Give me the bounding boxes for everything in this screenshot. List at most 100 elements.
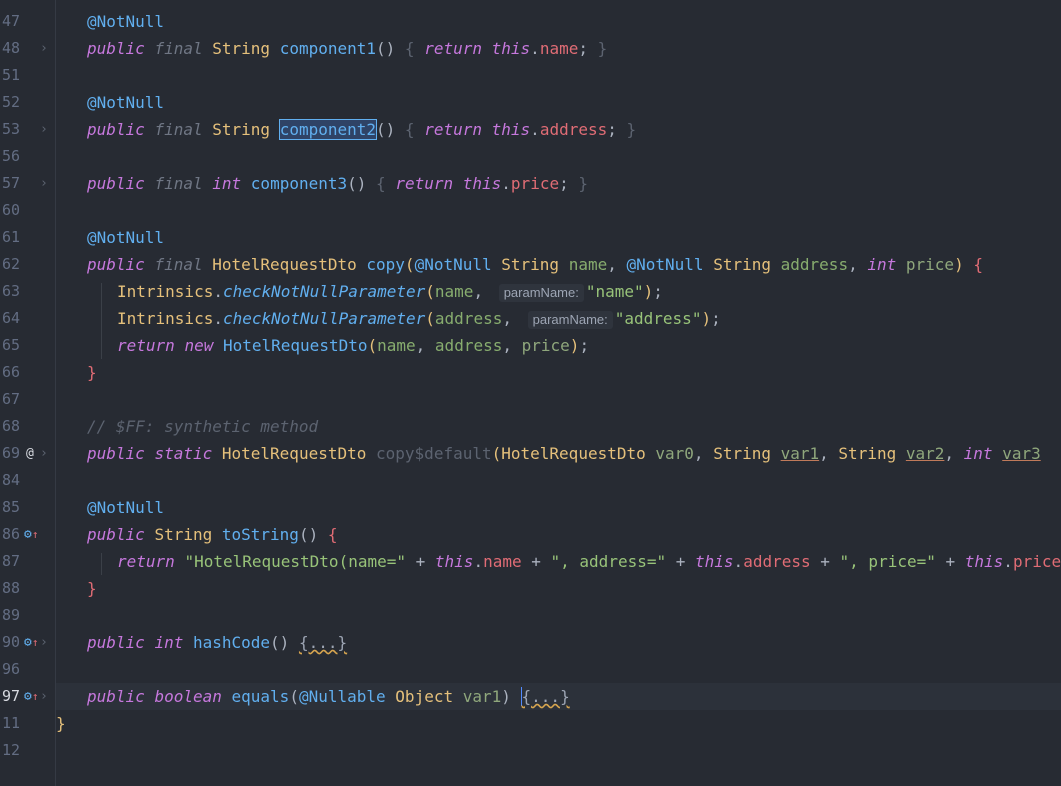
code-text[interactable]: public final int component3() { return t… (56, 170, 1061, 197)
code-line[interactable]: 51 (0, 62, 1061, 89)
code-line[interactable]: 48 › public final String component1() { re… (0, 35, 1061, 62)
code-line[interactable]: 66} (0, 359, 1061, 386)
code-text[interactable] (56, 197, 1061, 224)
line-number[interactable]: 97 (0, 683, 20, 710)
unused-parameter[interactable]: var1 (781, 444, 820, 463)
code-line[interactable]: 90 ⚙↑ › public int hashCode() {...} (0, 629, 1061, 656)
line-number[interactable]: 12 (0, 737, 20, 764)
line-number[interactable]: 87 (0, 548, 20, 575)
line-number[interactable]: 56 (0, 143, 20, 170)
unused-parameter[interactable]: var3 (1002, 444, 1041, 463)
code-line[interactable]: 69 @ › public static HotelRequestDto copy$d… (0, 440, 1061, 467)
code-line[interactable]: 12 (0, 737, 1061, 764)
line-number[interactable]: 67 (0, 386, 20, 413)
code-text[interactable]: } (56, 575, 1061, 602)
code-text[interactable]: public String toString() { (56, 521, 1061, 548)
line-number[interactable]: 66 (0, 359, 20, 386)
code-line[interactable]: 62 public final HotelRequestDto copy(@Not… (0, 251, 1061, 278)
override-method-icon[interactable]: ⚙↑ (24, 521, 38, 548)
folded-block[interactable]: {...} (299, 633, 347, 652)
code-text[interactable]: public final HotelRequestDto copy(@NotNu… (56, 251, 1061, 278)
fold-chevron-icon[interactable]: › (40, 116, 48, 143)
code-text[interactable]: @NotNull (56, 89, 1061, 116)
code-text[interactable]: } (56, 359, 1061, 386)
line-number[interactable]: 57 (0, 170, 20, 197)
code-text[interactable]: return new HotelRequestDto(name, address… (56, 332, 1061, 359)
line-number[interactable]: 85 (0, 494, 20, 521)
line-number[interactable]: 69 (0, 440, 20, 467)
line-number[interactable]: 48 (0, 35, 20, 62)
code-line[interactable]: 65 return new HotelRequestDto(name, addre… (0, 332, 1061, 359)
code-line[interactable]: 61 @NotNull (0, 224, 1061, 251)
code-text[interactable] (56, 737, 1061, 764)
line-number[interactable]: 65 (0, 332, 20, 359)
code-text[interactable]: return "HotelRequestDto(name=" + this.na… (56, 548, 1061, 575)
code-line[interactable]: 68 // $FF: synthetic method (0, 413, 1061, 440)
code-text[interactable]: public final String component1() { retur… (56, 35, 1061, 62)
line-number[interactable]: 86 (0, 521, 20, 548)
code-line[interactable]: 89 (0, 602, 1061, 629)
line-number[interactable]: 63 (0, 278, 20, 305)
code-line[interactable]: 87 return "HotelRequestDto(name=" + this.… (0, 548, 1061, 575)
code-text[interactable]: @NotNull (56, 8, 1061, 35)
line-number[interactable]: 61 (0, 224, 20, 251)
fold-chevron-icon[interactable]: › (40, 629, 48, 656)
line-number[interactable]: 53 (0, 116, 20, 143)
code-line[interactable]: 96 (0, 656, 1061, 683)
code-line[interactable]: 84 (0, 467, 1061, 494)
code-text[interactable]: } (56, 710, 1061, 737)
line-number[interactable]: 62 (0, 251, 20, 278)
code-text[interactable]: Intrinsics.checkNotNullParameter(address… (56, 305, 1061, 332)
line-number[interactable]: 47 (0, 8, 20, 35)
code-text[interactable]: Intrinsics.checkNotNullParameter(name, p… (56, 278, 1061, 305)
code-line[interactable]: 63 Intrinsics.checkNotNullParameter(name,… (0, 278, 1061, 305)
line-number[interactable]: 64 (0, 305, 20, 332)
code-line[interactable]: 85 @NotNull (0, 494, 1061, 521)
fold-chevron-icon[interactable]: › (40, 440, 48, 467)
synthetic-marker-icon[interactable]: @ (26, 440, 34, 467)
fold-chevron-icon[interactable]: › (40, 35, 48, 62)
fold-chevron-icon[interactable]: › (40, 170, 48, 197)
code-line[interactable]: 88} (0, 575, 1061, 602)
code-line[interactable]: 97 ⚙↑ › public boolean equals(@Nullable Obj… (0, 683, 1061, 710)
code-line[interactable]: 53 › public final String component2() { re… (0, 116, 1061, 143)
line-number[interactable]: 60 (0, 197, 20, 224)
code-line[interactable]: 11} (0, 710, 1061, 737)
code-text[interactable]: @NotNull (56, 224, 1061, 251)
code-line[interactable]: 86 ⚙↑ public String toString() { (0, 521, 1061, 548)
selected-identifier[interactable]: component2 (278, 119, 378, 140)
override-method-icon[interactable]: ⚙↑ (24, 629, 38, 656)
code-text[interactable] (56, 602, 1061, 629)
code-line[interactable]: 56 (0, 143, 1061, 170)
code-editor[interactable]: 47 @NotNull 48 › public final String compone… (0, 0, 1061, 786)
code-line[interactable]: 57 › public final int component3() { retur… (0, 170, 1061, 197)
unused-parameter[interactable]: var2 (906, 444, 945, 463)
code-text[interactable] (56, 143, 1061, 170)
code-text[interactable] (56, 656, 1061, 683)
line-number[interactable]: 52 (0, 89, 20, 116)
line-number[interactable]: 68 (0, 413, 20, 440)
code-line[interactable]: 47 @NotNull (0, 8, 1061, 35)
code-line[interactable]: 64 Intrinsics.checkNotNullParameter(addre… (0, 305, 1061, 332)
code-text[interactable]: public int hashCode() {...} (56, 629, 1061, 656)
folded-block[interactable]: {...} (520, 687, 570, 706)
code-line[interactable]: 67 (0, 386, 1061, 413)
line-number[interactable]: 11 (0, 710, 20, 737)
code-text[interactable]: public boolean equals(@Nullable Object v… (56, 683, 1061, 710)
code-text[interactable]: @NotNull (56, 494, 1061, 521)
code-text[interactable]: // $FF: synthetic method (56, 413, 1061, 440)
line-number[interactable]: 88 (0, 575, 20, 602)
code-text[interactable] (56, 386, 1061, 413)
code-line[interactable]: 52 @NotNull (0, 89, 1061, 116)
fold-chevron-icon[interactable]: › (40, 683, 48, 710)
code-line[interactable]: 60 (0, 197, 1061, 224)
override-method-icon[interactable]: ⚙↑ (24, 683, 38, 710)
code-text[interactable] (56, 467, 1061, 494)
line-number[interactable]: 96 (0, 656, 20, 683)
line-number[interactable]: 90 (0, 629, 20, 656)
line-number[interactable]: 51 (0, 62, 20, 89)
code-text[interactable]: public static HotelRequestDto copy$defau… (56, 440, 1061, 467)
line-number[interactable]: 84 (0, 467, 20, 494)
line-number[interactable]: 89 (0, 602, 20, 629)
code-text[interactable]: public final String component2() { retur… (56, 116, 1061, 143)
